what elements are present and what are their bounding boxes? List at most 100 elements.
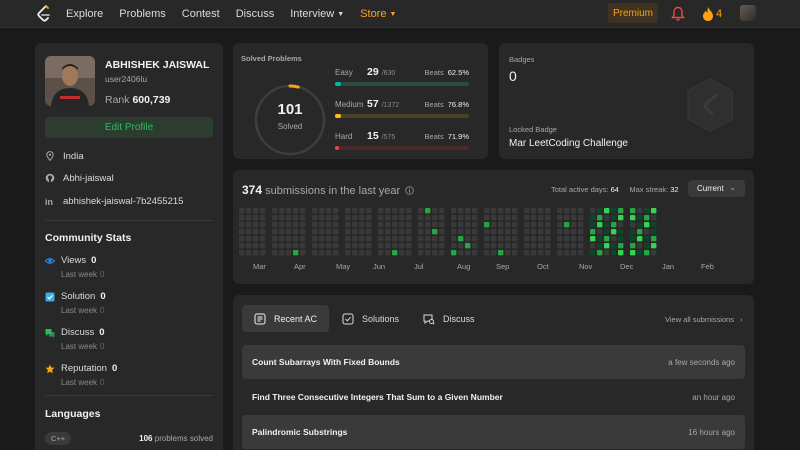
heatmap-cell[interactable] xyxy=(557,215,563,221)
language-chip[interactable]: C++ xyxy=(45,432,72,445)
heatmap-cell[interactable] xyxy=(524,236,530,242)
heatmap-cell[interactable] xyxy=(399,229,405,235)
heatmap-cell[interactable] xyxy=(651,208,657,214)
heatmap-cell[interactable] xyxy=(451,208,457,214)
heatmap-cell[interactable] xyxy=(378,250,384,256)
heatmap-cell[interactable] xyxy=(484,243,490,249)
heatmap-cell[interactable] xyxy=(458,236,464,242)
heatmap-cell[interactable] xyxy=(498,229,504,235)
heatmap-cell[interactable] xyxy=(505,222,511,228)
heatmap-cell[interactable] xyxy=(505,243,511,249)
heatmap-cell[interactable] xyxy=(279,215,285,221)
heatmap-cell[interactable] xyxy=(451,215,457,221)
heatmap-cell[interactable] xyxy=(378,222,384,228)
locked-badge-icon[interactable] xyxy=(685,77,735,133)
heatmap-cell[interactable] xyxy=(366,215,372,221)
heatmap-cell[interactable] xyxy=(272,243,278,249)
heatmap-cell[interactable] xyxy=(359,222,365,228)
heatmap-cell[interactable] xyxy=(531,208,537,214)
heatmap-cell[interactable] xyxy=(432,222,438,228)
heatmap-cell[interactable] xyxy=(326,250,332,256)
nav-interview[interactable]: Interview ▼ xyxy=(290,8,344,20)
heatmap-cell[interactable] xyxy=(239,250,245,256)
heatmap-cell[interactable] xyxy=(425,208,431,214)
heatmap-cell[interactable] xyxy=(538,215,544,221)
heatmap-cell[interactable] xyxy=(272,215,278,221)
heatmap-cell[interactable] xyxy=(578,236,584,242)
heatmap-cell[interactable] xyxy=(392,243,398,249)
heatmap-cell[interactable] xyxy=(637,215,643,221)
bell-icon[interactable] xyxy=(671,6,685,22)
nav-discuss[interactable]: Discuss xyxy=(236,8,275,20)
heatmap-cell[interactable] xyxy=(425,243,431,249)
problem-title[interactable]: Count Subarrays With Fixed Bounds xyxy=(252,357,400,367)
heatmap-cell[interactable] xyxy=(604,208,610,214)
heatmap-cell[interactable] xyxy=(312,215,318,221)
heatmap-cell[interactable] xyxy=(260,229,266,235)
heatmap-cell[interactable] xyxy=(465,236,471,242)
heatmap-cell[interactable] xyxy=(406,222,412,228)
heatmap-cell[interactable] xyxy=(439,250,445,256)
heatmap-cell[interactable] xyxy=(352,236,358,242)
heatmap-cell[interactable] xyxy=(597,243,603,249)
heatmap-cell[interactable] xyxy=(286,229,292,235)
heatmap-cell[interactable] xyxy=(378,243,384,249)
heatmap-cell[interactable] xyxy=(571,229,577,235)
heatmap-cell[interactable] xyxy=(538,208,544,214)
heatmap-cell[interactable] xyxy=(253,236,259,242)
heatmap-cell[interactable] xyxy=(326,243,332,249)
heatmap-cell[interactable] xyxy=(333,208,339,214)
heatmap-cell[interactable] xyxy=(458,243,464,249)
heatmap-cell[interactable] xyxy=(432,250,438,256)
heatmap-cell[interactable] xyxy=(333,215,339,221)
heatmap-cell[interactable] xyxy=(451,243,457,249)
heatmap-cell[interactable] xyxy=(366,222,372,228)
heatmap-cell[interactable] xyxy=(564,215,570,221)
list-item[interactable]: Find Three Consecutive Integers That Sum… xyxy=(242,380,745,414)
heatmap-cell[interactable] xyxy=(618,243,624,249)
heatmap-cell[interactable] xyxy=(538,243,544,249)
heatmap-cell[interactable] xyxy=(432,229,438,235)
heatmap-cell[interactable] xyxy=(260,250,266,256)
heatmap-cell[interactable] xyxy=(557,250,563,256)
heatmap-cell[interactable] xyxy=(604,236,610,242)
heatmap-cell[interactable] xyxy=(286,250,292,256)
heatmap-cell[interactable] xyxy=(651,243,657,249)
heatmap-cell[interactable] xyxy=(312,222,318,228)
heatmap-cell[interactable] xyxy=(578,215,584,221)
heatmap-cell[interactable] xyxy=(651,222,657,228)
heatmap-cell[interactable] xyxy=(399,250,405,256)
heatmap-cell[interactable] xyxy=(425,229,431,235)
heatmap-cell[interactable] xyxy=(425,222,431,228)
heatmap-cell[interactable] xyxy=(644,243,650,249)
heatmap-cell[interactable] xyxy=(465,229,471,235)
heatmap-cell[interactable] xyxy=(279,250,285,256)
heatmap-cell[interactable] xyxy=(472,215,478,221)
heatmap-cell[interactable] xyxy=(491,243,497,249)
heatmap-cell[interactable] xyxy=(272,250,278,256)
heatmap-cell[interactable] xyxy=(458,215,464,221)
heatmap-cell[interactable] xyxy=(399,222,405,228)
heatmap-cell[interactable] xyxy=(524,215,530,221)
heatmap-cell[interactable] xyxy=(472,208,478,214)
heatmap-cell[interactable] xyxy=(399,236,405,242)
heatmap-cell[interactable] xyxy=(345,222,351,228)
heatmap-cell[interactable] xyxy=(272,222,278,228)
heatmap-cell[interactable] xyxy=(630,236,636,242)
heatmap-cell[interactable] xyxy=(293,222,299,228)
heatmap-cell[interactable] xyxy=(300,215,306,221)
heatmap-cell[interactable] xyxy=(378,215,384,221)
nav-problems[interactable]: Problems xyxy=(119,8,165,20)
heatmap-cell[interactable] xyxy=(484,222,490,228)
heatmap-cell[interactable] xyxy=(604,229,610,235)
heatmap-cell[interactable] xyxy=(630,222,636,228)
nav-contest[interactable]: Contest xyxy=(182,8,220,20)
heatmap-cell[interactable] xyxy=(545,215,551,221)
heatmap-cell[interactable] xyxy=(484,229,490,235)
heatmap-cell[interactable] xyxy=(484,215,490,221)
heatmap-cell[interactable] xyxy=(571,215,577,221)
heatmap-cell[interactable] xyxy=(571,250,577,256)
heatmap-cell[interactable] xyxy=(425,236,431,242)
heatmap-cell[interactable] xyxy=(571,208,577,214)
heatmap-cell[interactable] xyxy=(498,250,504,256)
